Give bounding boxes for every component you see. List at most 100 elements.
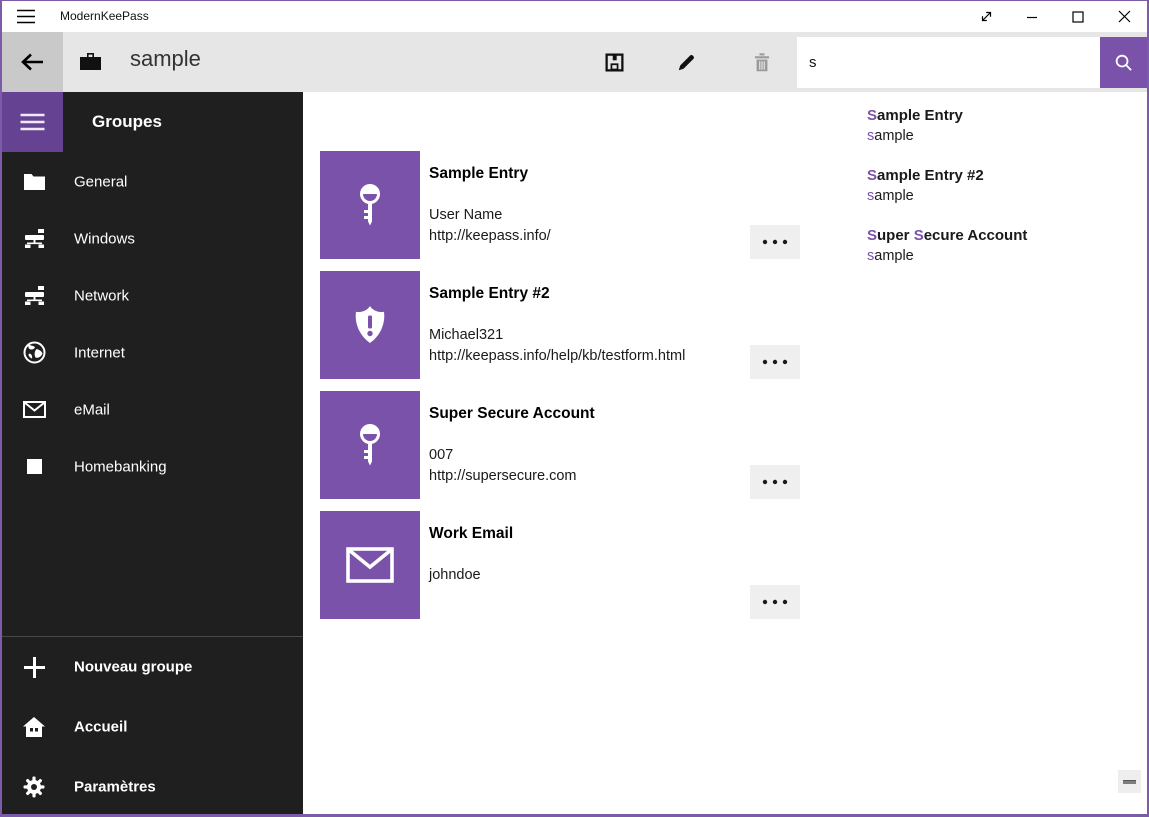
home-icon <box>22 715 46 739</box>
sidebar-item-network[interactable]: Network <box>2 267 303 324</box>
minus-icon <box>1123 780 1136 784</box>
sidebar-item-windows[interactable]: Windows <box>2 210 303 267</box>
search-suggestions: Sample Entry sample Sample Entry #2 samp… <box>802 92 1148 294</box>
sidebar-item-general[interactable]: General <box>2 153 303 210</box>
hamburger-icon <box>20 113 45 131</box>
entry-row-super-secure-account[interactable]: Super Secure Account 007 http://supersec… <box>303 391 823 499</box>
close-button[interactable] <box>1101 1 1147 32</box>
ellipsis-icon <box>762 479 788 485</box>
envelope-icon <box>346 547 394 583</box>
envelope-icon <box>22 398 46 422</box>
home-button[interactable]: Accueil <box>2 697 303 757</box>
appbar: sample <box>2 32 1147 92</box>
titlebar: ModernKeePass <box>2 1 1147 32</box>
network-icon <box>22 227 46 251</box>
suggestion-title: Sample Entry <box>867 106 1138 126</box>
database-title: sample <box>130 46 201 72</box>
group-label: eMail <box>74 401 110 418</box>
action-label: Paramètres <box>74 779 156 796</box>
app-title: ModernKeePass <box>60 1 149 32</box>
ellipsis-icon <box>762 599 788 605</box>
search-icon <box>1114 53 1133 72</box>
key-icon <box>350 422 390 468</box>
close-icon <box>1118 10 1131 23</box>
entry-tile <box>320 271 420 379</box>
square-icon <box>22 455 46 479</box>
entry-url: http://keepass.info/ <box>429 228 551 244</box>
gear-icon <box>22 775 46 799</box>
group-list: General Windows <box>2 153 303 495</box>
action-label: Accueil <box>74 719 127 736</box>
suggestion-title: Super Secure Account <box>867 226 1138 246</box>
search-button[interactable] <box>1100 37 1147 88</box>
suggestion-item[interactable]: Super Secure Account sample <box>802 220 1148 280</box>
entry-row-sample-entry[interactable]: Sample Entry User Name http://keepass.in… <box>303 151 823 259</box>
entry-title: Super Secure Account <box>429 405 595 423</box>
suggestion-subtitle: sample <box>867 246 1138 266</box>
more-button[interactable] <box>750 585 800 619</box>
entry-tile <box>320 151 420 259</box>
delete-button[interactable] <box>738 32 786 92</box>
more-button[interactable] <box>750 225 800 259</box>
entry-row-sample-entry-2[interactable]: Sample Entry #2 Michael321 http://keepas… <box>303 271 823 379</box>
ellipsis-icon <box>762 239 788 245</box>
titlebar-hamburger-icon[interactable] <box>16 9 36 24</box>
sidebar-hamburger-button[interactable] <box>2 92 63 152</box>
ellipsis-icon <box>762 359 788 365</box>
group-label: General <box>74 173 127 190</box>
suggestion-subtitle: sample <box>867 186 1138 206</box>
group-label: Network <box>74 287 129 304</box>
entry-username: User Name <box>429 207 502 223</box>
suggestion-item[interactable]: Sample Entry sample <box>802 100 1148 160</box>
sidebar-header: Groupes <box>92 92 162 152</box>
entry-title: Sample Entry #2 <box>429 285 550 303</box>
entry-row-work-email[interactable]: Work Email johndoe <box>303 511 823 619</box>
entry-title: Work Email <box>429 525 513 543</box>
sidebar-actions: Nouveau groupe Accueil <box>2 636 303 817</box>
maximize-button[interactable] <box>1055 1 1101 32</box>
shield-exclamation-icon <box>348 303 392 347</box>
fullscreen-button[interactable] <box>963 1 1009 32</box>
back-arrow-icon <box>20 52 45 72</box>
save-icon <box>604 52 625 73</box>
group-label: Internet <box>74 344 125 361</box>
save-button[interactable] <box>590 32 638 92</box>
sidebar: Groupes General Windows <box>2 92 303 814</box>
action-label: Nouveau groupe <box>74 659 192 676</box>
maximize-icon <box>1072 11 1084 23</box>
entry-url: http://supersecure.com <box>429 468 577 484</box>
edit-button[interactable] <box>662 32 710 92</box>
entry-tile <box>320 511 420 619</box>
window-controls <box>963 1 1147 32</box>
globe-icon <box>22 341 46 365</box>
sidebar-item-internet[interactable]: Internet <box>2 324 303 381</box>
new-group-button[interactable]: Nouveau groupe <box>2 637 303 697</box>
entry-title: Sample Entry <box>429 165 528 183</box>
entry-tile <box>320 391 420 499</box>
entry-username: Michael321 <box>429 327 503 343</box>
group-label: Windows <box>74 230 135 247</box>
group-label: Homebanking <box>74 458 167 475</box>
trash-icon <box>752 52 772 73</box>
entry-username: 007 <box>429 447 453 463</box>
minimize-button[interactable] <box>1009 1 1055 32</box>
suggestion-subtitle: sample <box>867 126 1138 146</box>
sidebar-item-homebanking[interactable]: Homebanking <box>2 438 303 495</box>
search-box <box>797 37 1100 88</box>
more-button[interactable] <box>750 465 800 499</box>
sidebar-item-email[interactable]: eMail <box>2 381 303 438</box>
fullscreen-icon <box>979 9 994 24</box>
suggestion-title: Sample Entry #2 <box>867 166 1138 186</box>
briefcase-icon <box>80 53 101 70</box>
key-icon <box>350 182 390 228</box>
more-button[interactable] <box>750 345 800 379</box>
plus-icon <box>22 655 46 679</box>
settings-button[interactable]: Paramètres <box>2 757 303 817</box>
search-input[interactable] <box>797 37 1100 88</box>
suggestion-item[interactable]: Sample Entry #2 sample <box>802 160 1148 220</box>
back-button[interactable] <box>2 32 63 92</box>
entry-url: http://keepass.info/help/kb/testform.htm… <box>429 348 685 364</box>
entry-username: johndoe <box>429 567 481 583</box>
scrollbar-minus-button[interactable] <box>1118 770 1141 793</box>
app-window: ModernKeePass <box>0 0 1149 817</box>
